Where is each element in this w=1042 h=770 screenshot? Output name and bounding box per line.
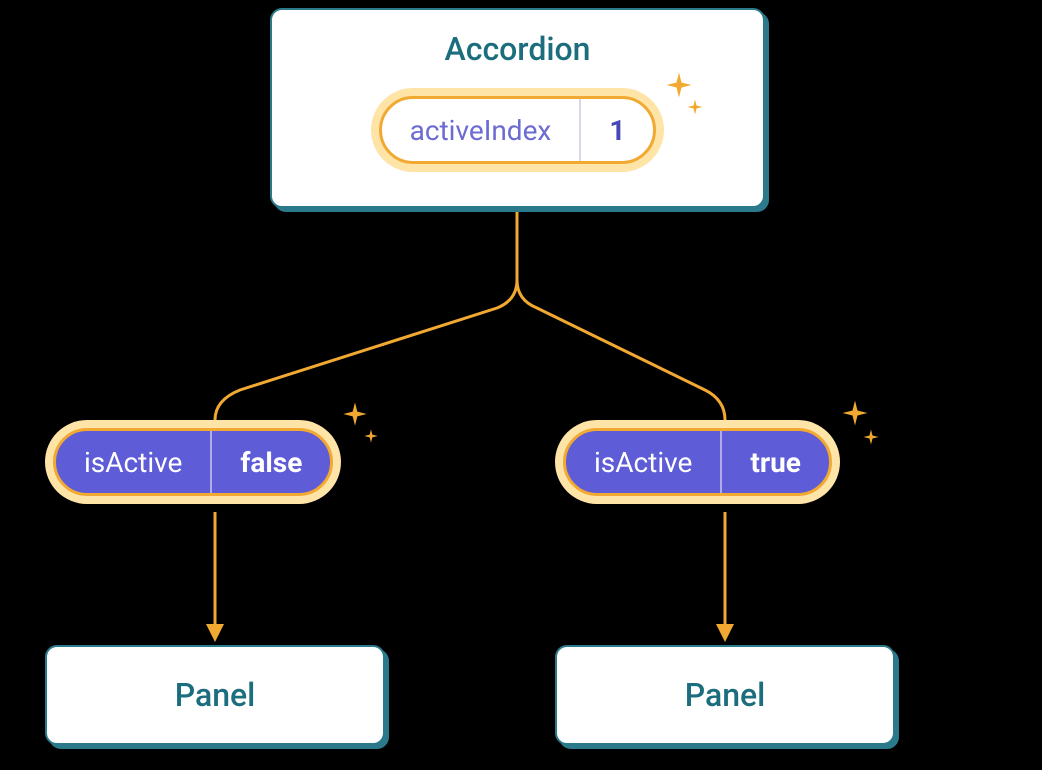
sparkle-icon (686, 98, 704, 120)
prop-value: false (210, 431, 330, 493)
prop-label: isActive (566, 431, 720, 493)
panel-label: Panel (175, 676, 256, 714)
panel-node-left: Panel (45, 645, 385, 745)
panel-node-right: Panel (555, 645, 895, 745)
panel-label: Panel (685, 676, 766, 714)
prop-label: isActive (56, 431, 210, 493)
active-index-pill: activeIndex 1 (371, 88, 665, 172)
sparkle-icon (363, 428, 379, 448)
isactive-pill-left: isActive false (45, 420, 341, 504)
accordion-node: Accordion activeIndex 1 (270, 8, 765, 208)
state-label: activeIndex (382, 99, 582, 161)
sparkle-icon (862, 428, 880, 450)
sparkle-icon (840, 398, 870, 432)
prop-value: true (720, 431, 829, 493)
state-value: 1 (581, 99, 653, 161)
accordion-title: Accordion (445, 30, 591, 68)
diagram-container: Accordion activeIndex 1 isActive false (0, 0, 1042, 770)
isactive-pill-right: isActive true (555, 420, 840, 504)
